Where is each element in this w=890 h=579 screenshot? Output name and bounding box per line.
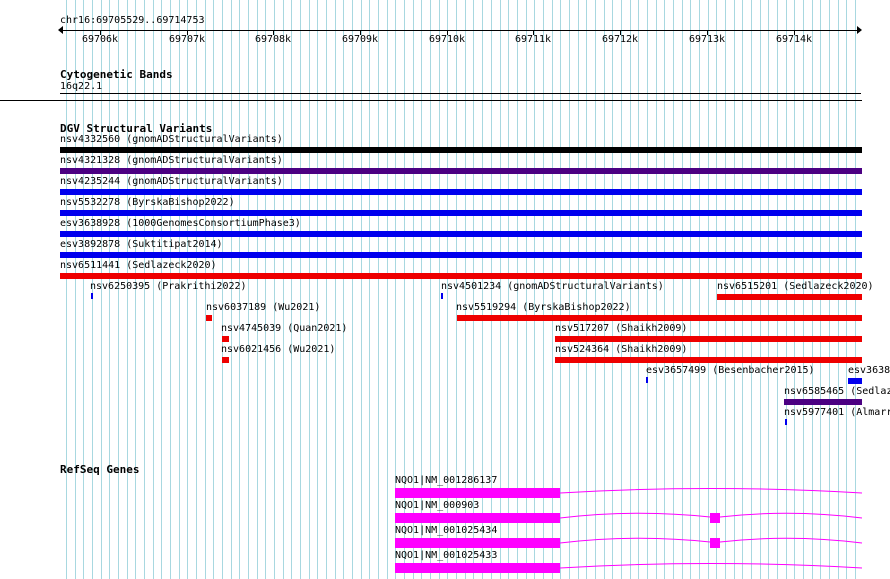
exon — [395, 513, 560, 523]
exon — [710, 538, 720, 548]
intron-line — [559, 537, 711, 544]
transcript-nm-001025434[interactable] — [395, 537, 863, 548]
intron-line — [559, 512, 711, 519]
intron-line — [559, 488, 863, 494]
genome-browser-view: chr16:69705529..69714753 69706k 69707k 6… — [0, 0, 890, 579]
exon — [395, 488, 560, 498]
transcript-nm-001025433[interactable] — [395, 563, 863, 573]
exon — [710, 513, 720, 523]
exon — [395, 538, 560, 548]
intron-line — [559, 563, 863, 569]
intron-line — [719, 537, 863, 544]
transcript-nm-000903[interactable] — [395, 512, 863, 523]
transcript-nm-001286137[interactable] — [395, 488, 863, 498]
intron-line — [719, 512, 863, 519]
refseq-gene-models — [395, 488, 863, 573]
exon — [395, 563, 560, 573]
